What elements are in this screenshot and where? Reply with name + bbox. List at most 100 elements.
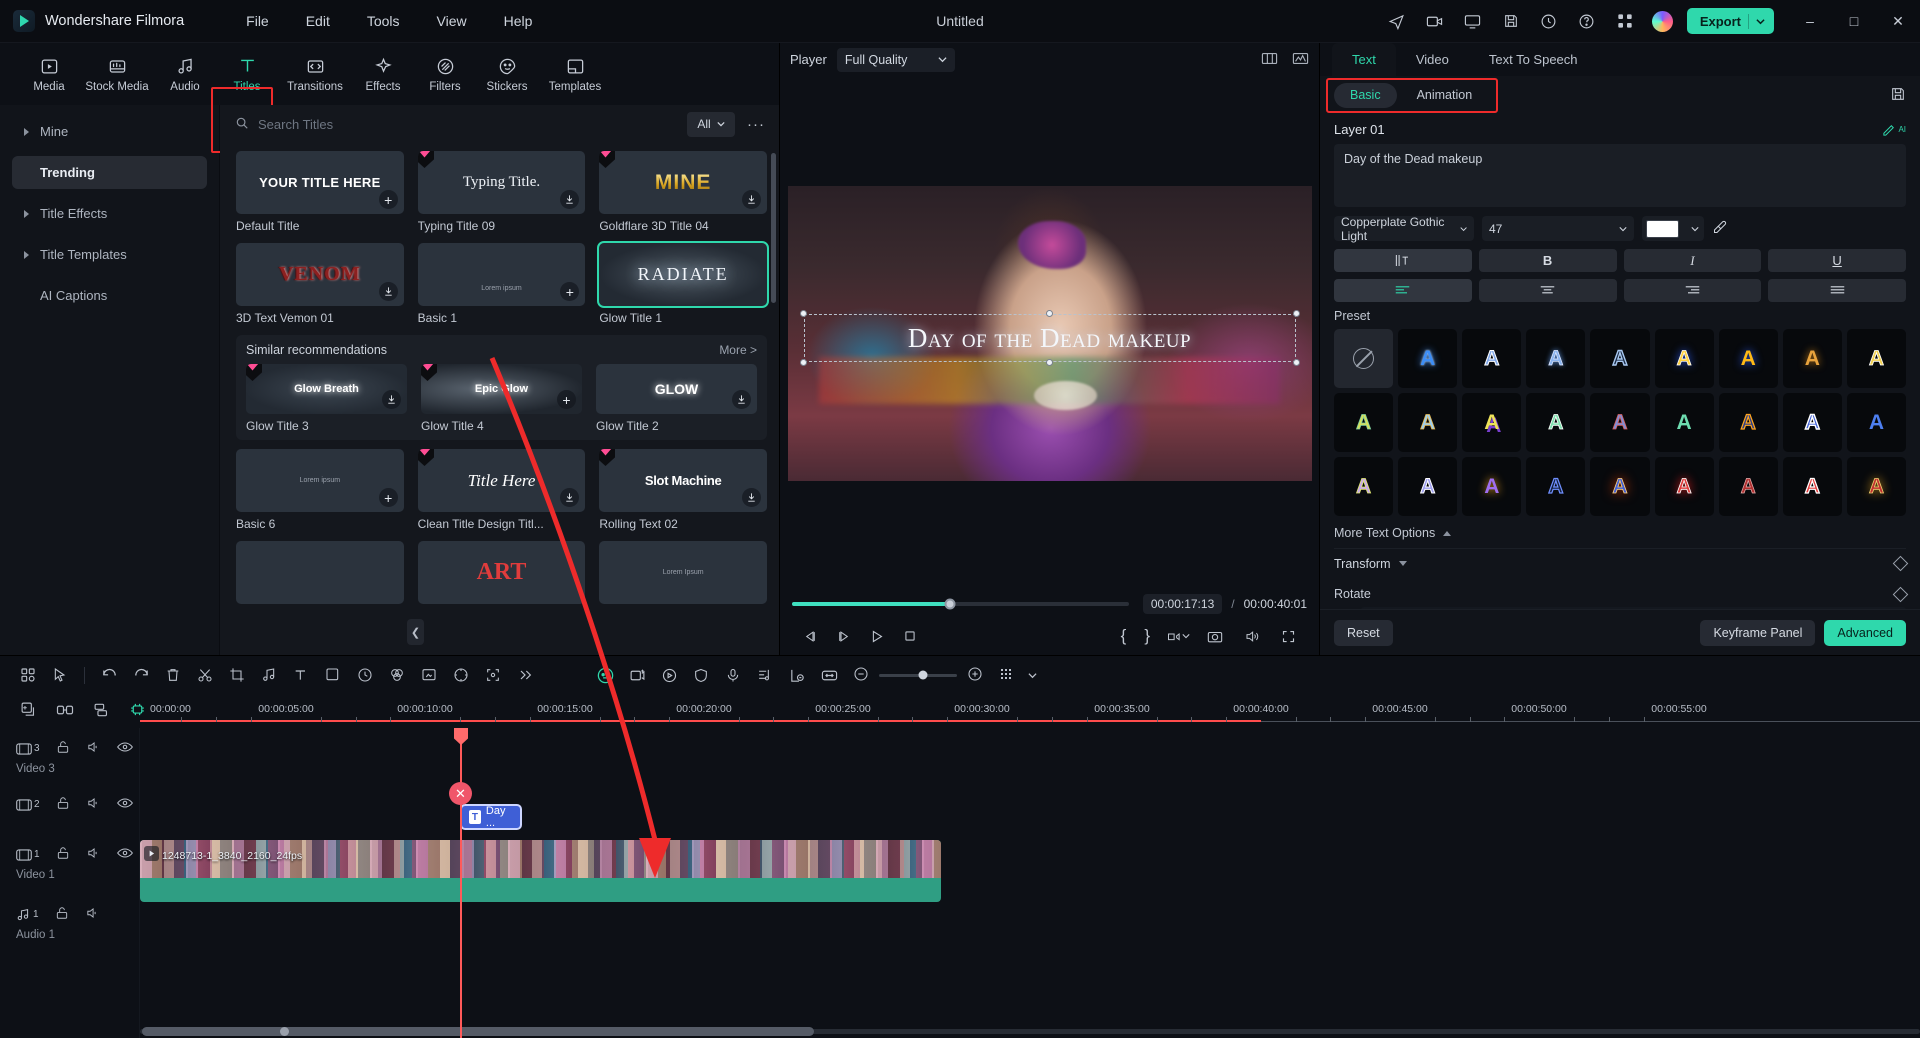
preset-swatch[interactable]: A: [1526, 329, 1586, 389]
download-icon[interactable]: [560, 190, 580, 209]
more-text-options-toggle[interactable]: More Text Options: [1334, 526, 1906, 540]
title-card-goldflare-3d-title-04[interactable]: MINE Goldflare 3D Title 04: [599, 151, 767, 236]
title-clip[interactable]: T Day ...: [460, 804, 522, 830]
preset-swatch[interactable]: A: [1654, 329, 1714, 389]
title-card-glow-title-4[interactable]: Epic Glow + Glow Title 4: [421, 364, 582, 436]
lock-icon[interactable]: [55, 906, 69, 923]
titles-scrollbar[interactable]: [771, 153, 776, 303]
preset-none[interactable]: [1334, 329, 1394, 389]
preset-swatch[interactable]: A: [1526, 457, 1586, 517]
category-mine[interactable]: Mine: [12, 115, 207, 148]
align-left-button[interactable]: [1334, 279, 1472, 302]
tab-templates[interactable]: Templates: [538, 47, 612, 101]
similar-more-link[interactable]: More >: [719, 343, 757, 357]
ai-portrait-icon[interactable]: [589, 660, 621, 690]
font-size-select[interactable]: 47: [1482, 216, 1634, 241]
category-title-templates[interactable]: Title Templates: [12, 238, 207, 271]
delete-icon[interactable]: [157, 660, 189, 690]
font-family-select[interactable]: Copperplate Gothic Light: [1334, 215, 1474, 243]
italic-button[interactable]: I: [1623, 249, 1762, 272]
mute-icon[interactable]: [85, 906, 100, 923]
menu-edit[interactable]: Edit: [304, 10, 332, 32]
add-icon[interactable]: +: [560, 282, 580, 301]
preset-swatch[interactable]: A: [1718, 329, 1778, 389]
preset-swatch[interactable]: A: [1462, 457, 1522, 517]
menu-help[interactable]: Help: [502, 10, 535, 32]
save-preset-icon[interactable]: [1890, 86, 1906, 105]
preset-swatch[interactable]: A: [1334, 393, 1394, 453]
play-icon[interactable]: [860, 621, 893, 651]
help-icon[interactable]: [1572, 6, 1602, 36]
next-frame-icon[interactable]: [827, 621, 860, 651]
silence-detect-icon[interactable]: [781, 660, 813, 690]
quality-select[interactable]: Full Quality: [836, 47, 955, 72]
volume-icon[interactable]: [1235, 621, 1268, 651]
close-button[interactable]: ✕: [1876, 0, 1920, 43]
text-properties-scroll[interactable]: Day of the Dead makeup Copperplate Gothi…: [1320, 144, 1920, 609]
text-icon[interactable]: [285, 660, 317, 690]
preset-swatch[interactable]: A: [1654, 393, 1714, 453]
speed-icon[interactable]: [349, 660, 381, 690]
title-card-partial-2[interactable]: ART: [417, 541, 586, 604]
filter-all-button[interactable]: All: [687, 111, 735, 137]
green-screen-icon[interactable]: [413, 660, 445, 690]
preset-swatch[interactable]: A: [1846, 329, 1906, 389]
chevron-left-icon[interactable]: ❮: [407, 619, 424, 645]
lock-icon[interactable]: [56, 740, 70, 757]
fullscreen-icon[interactable]: [1272, 621, 1305, 651]
view-mode-icon[interactable]: [991, 660, 1023, 690]
resize-handle-tl[interactable]: [799, 310, 807, 317]
lock-icon[interactable]: [56, 796, 70, 813]
tab-filters[interactable]: Filters: [414, 47, 476, 101]
timeline-ruler[interactable]: 00:00:00 00:00:05:00 00:00:10:00 00:00:1…: [140, 694, 1920, 728]
tab-audio[interactable]: Audio: [154, 47, 216, 101]
stop-icon[interactable]: [893, 621, 926, 651]
zoom-in-icon[interactable]: [967, 666, 983, 685]
add-icon[interactable]: +: [378, 190, 398, 209]
preset-swatch[interactable]: A: [1846, 457, 1906, 517]
color-icon[interactable]: [381, 660, 413, 690]
preset-swatch[interactable]: A: [1782, 329, 1842, 389]
download-icon[interactable]: [742, 190, 761, 209]
title-card-typing-title-09[interactable]: Typing Title. Typing Title 09: [417, 151, 586, 236]
keyframe-panel-button[interactable]: Keyframe Panel: [1700, 619, 1816, 646]
preset-swatch[interactable]: A: [1718, 393, 1778, 453]
title-card-clean-title-design[interactable]: Title Here Clean Title Design Titl...: [417, 449, 586, 534]
title-text-overlay[interactable]: Day of the Dead makeup: [799, 310, 1300, 366]
download-icon[interactable]: [560, 488, 580, 507]
add-icon[interactable]: +: [378, 488, 398, 507]
playhead-handle[interactable]: [454, 728, 468, 745]
advanced-button[interactable]: Advanced: [1824, 619, 1906, 646]
mark-in-button[interactable]: {: [1114, 626, 1134, 646]
resize-handle-bl[interactable]: [799, 359, 807, 366]
menu-view[interactable]: View: [435, 10, 469, 32]
undo-icon[interactable]: [93, 660, 125, 690]
tab-transitions[interactable]: Transitions: [278, 47, 352, 101]
timeline-hscrollbar[interactable]: [140, 1027, 1920, 1036]
tab-effects[interactable]: Effects: [352, 47, 414, 101]
monitor-icon[interactable]: [1458, 6, 1488, 36]
align-right-button[interactable]: [1623, 279, 1762, 302]
title-card-basic-1[interactable]: Lorem ipsum + Basic 1: [417, 243, 586, 328]
text-input[interactable]: Day of the Dead makeup: [1334, 144, 1906, 207]
export-frame-icon[interactable]: [1161, 621, 1194, 651]
rotate-input[interactable]: 0.00°: [1361, 607, 1906, 609]
keyframe-diamond-icon[interactable]: [1892, 586, 1909, 603]
spacing-button[interactable]: [1334, 249, 1472, 272]
preset-swatch[interactable]: A: [1654, 457, 1714, 517]
voiceover-icon[interactable]: [717, 660, 749, 690]
add-icon[interactable]: +: [557, 390, 576, 409]
menu-tools[interactable]: Tools: [365, 10, 402, 32]
track-header-video-2[interactable]: 2: [0, 796, 140, 813]
download-icon[interactable]: [378, 282, 398, 301]
current-time[interactable]: 00:00:17:13: [1142, 594, 1223, 614]
zoom-slider[interactable]: [879, 670, 957, 680]
eyedropper-icon[interactable]: [1712, 220, 1727, 238]
ai-audio-icon[interactable]: [653, 660, 685, 690]
layouts-icon[interactable]: [12, 660, 44, 690]
lock-icon[interactable]: [56, 846, 70, 863]
zoom-knob[interactable]: [918, 670, 928, 680]
stabilize-icon[interactable]: [445, 660, 477, 690]
title-card-partial-3[interactable]: Lorem Ipsum: [599, 541, 767, 604]
titles-grid-scroll[interactable]: YOUR TITLE HERE + Default Title Typing T…: [220, 143, 779, 655]
